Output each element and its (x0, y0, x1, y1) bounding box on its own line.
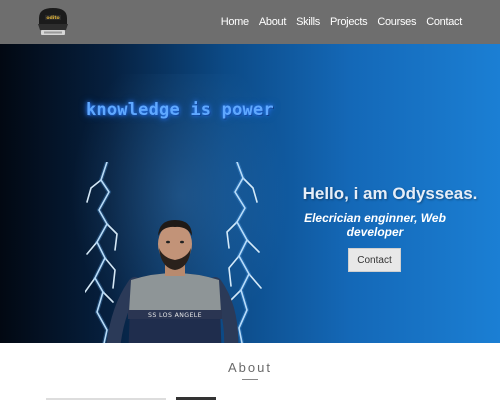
nav-skills[interactable]: Skills (296, 16, 320, 28)
about-underline (242, 379, 258, 380)
nav-home[interactable]: Home (221, 16, 249, 28)
hero-slogan: knowledge is power (86, 100, 274, 120)
about-heading: About (228, 360, 272, 375)
hero-section: knowledge is power SS LOS ANGELE Hello, … (0, 44, 500, 343)
hero-title: Hello, i am Odysseas. (302, 184, 478, 203)
nav-projects[interactable]: Projects (330, 16, 368, 28)
svg-text:odito: odito (46, 15, 59, 21)
navbar: odito Home About Skills Projects Courses… (0, 0, 500, 44)
contact-button[interactable]: Contact (348, 248, 401, 272)
cap-logo-icon[interactable]: odito (36, 6, 70, 38)
about-content-peek (176, 394, 236, 400)
person-portrait: SS LOS ANGELE (106, 220, 239, 343)
nav-contact[interactable]: Contact (426, 16, 462, 28)
nav-links: Home About Skills Projects Courses Conta… (221, 0, 463, 44)
nav-about[interactable]: About (259, 16, 287, 28)
nav-courses[interactable]: Courses (377, 16, 416, 28)
hero-subtitle: Elecrician enginner, Web developer (304, 211, 446, 239)
svg-text:SS LOS ANGELE: SS LOS ANGELE (148, 312, 202, 319)
